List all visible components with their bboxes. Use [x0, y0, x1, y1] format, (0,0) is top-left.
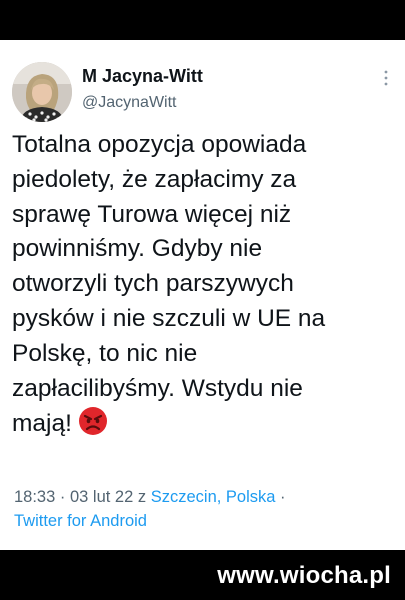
tweet-text-line: pysków i nie szczuli w UE na	[12, 304, 326, 332]
watermark: www.wiocha.pl	[217, 562, 391, 589]
tweet-text-line: piedolety, że zapłacimy za	[12, 165, 297, 193]
tweet-text-line: zapłacilibyśmy. Wstydu nie	[12, 374, 303, 402]
author-name[interactable]: M Jacyna-Witt	[82, 66, 203, 87]
more-vertical-icon[interactable]	[383, 70, 389, 86]
tweet-text-line: powinniśmy. Gdyby nie	[12, 235, 263, 263]
separator: ·	[59, 488, 66, 506]
tweet-text-line: Polskę, to nic nie	[12, 339, 198, 367]
location-prefix: z	[137, 488, 147, 506]
tweet-source[interactable]: Twitter for Android	[14, 512, 147, 530]
angry-face-emoji	[78, 407, 107, 436]
tweet-meta: 18:33 · 03 lut 22 z Szczecin, Polska · T…	[14, 485, 394, 533]
tweet-text-line: mają!	[12, 410, 72, 438]
avatar-image	[12, 62, 72, 122]
tweet-date[interactable]: 03 lut 22	[70, 488, 133, 506]
tweet-location[interactable]: Szczecin, Polska	[151, 488, 276, 506]
author-handle[interactable]: @JacynaWitt	[82, 94, 176, 112]
tweet-text-line: sprawę Turowa więcej niż	[12, 200, 292, 228]
tweet-card: M Jacyna-Witt @JacynaWitt Totalna opozyc…	[0, 40, 405, 550]
separator: ·	[280, 488, 286, 506]
tweet-text-line: otworzyli tych parszywych	[12, 270, 294, 298]
tweet-text-line: Totalna opozycja opowiada	[12, 131, 307, 158]
avatar[interactable]	[12, 62, 72, 122]
tweet-text: Totalna opozycja opowiada piedolety, że …	[12, 128, 400, 442]
tweet-text-last-line: mają!	[12, 406, 400, 442]
tweet-time[interactable]: 18:33	[14, 488, 55, 506]
